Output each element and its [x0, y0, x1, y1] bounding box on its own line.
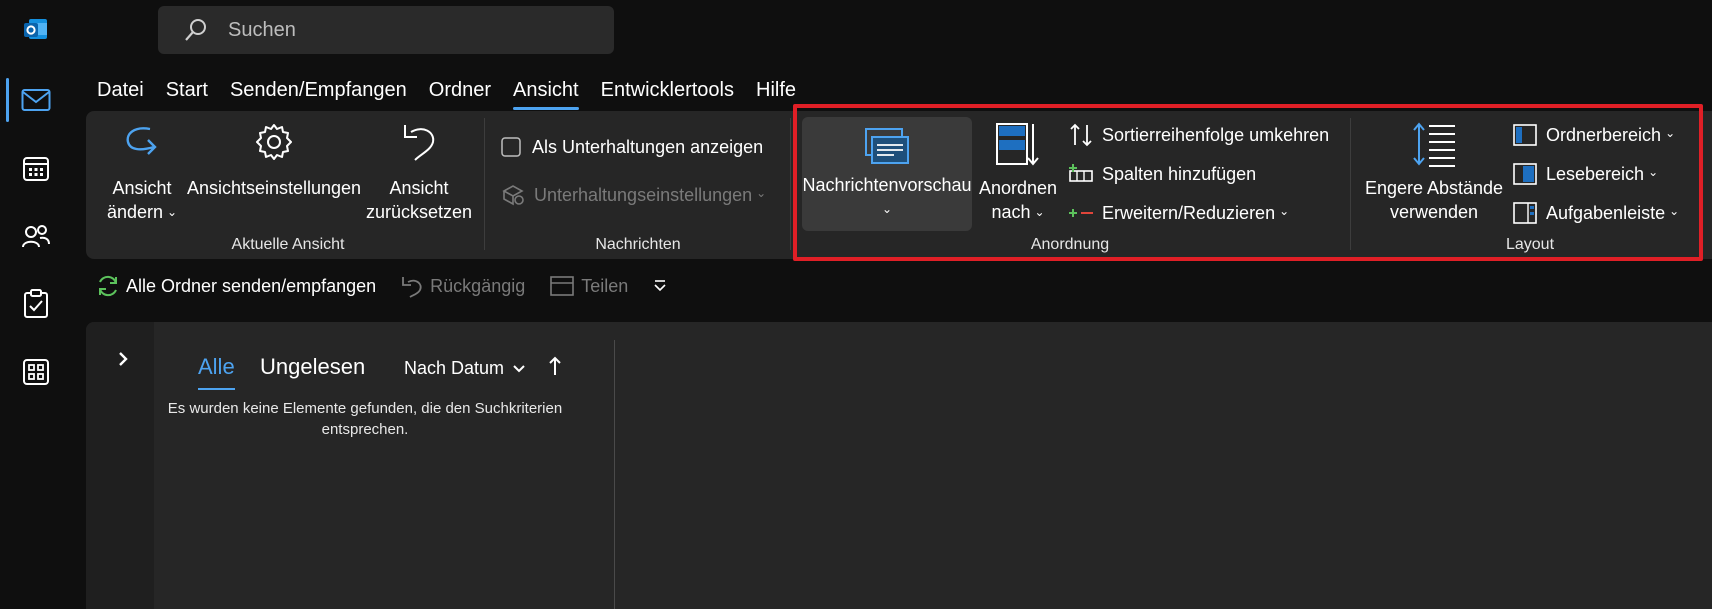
undo-icon — [400, 274, 424, 298]
app-rail — [0, 0, 72, 609]
sort-direction-button[interactable] — [548, 356, 562, 376]
message-list-pane: Alle Ungelesen Nach Datum — [154, 322, 614, 609]
highlight-box — [793, 104, 1703, 261]
reset-view-button[interactable]: Ansicht zurücksetzen — [366, 120, 472, 224]
conversation-settings-icon — [500, 182, 526, 208]
sort-by-button[interactable]: Nach Datum — [404, 358, 526, 379]
filter-tab-unread[interactable]: Ungelesen — [260, 354, 365, 380]
group-label-aktuelle-ansicht: Aktuelle Ansicht — [231, 236, 345, 253]
rail-active-indicator — [6, 78, 9, 122]
share-button[interactable]: Teilen — [549, 275, 628, 297]
chevron-down-icon: ⌄ — [756, 186, 767, 200]
ribbon-separator — [790, 118, 791, 250]
undo-label: Rückgängig — [430, 275, 526, 296]
chevron-right-icon[interactable] — [106, 342, 140, 376]
tab-start[interactable]: Start — [155, 76, 219, 106]
redo-arrow-icon — [120, 120, 164, 164]
reset-view-label-1: Ansicht — [389, 178, 449, 198]
filter-tab-all[interactable]: Alle — [198, 354, 235, 390]
send-receive-all-button[interactable]: Alle Ordner senden/empfangen — [96, 274, 376, 298]
calendar-icon[interactable] — [14, 146, 58, 190]
pane-divider[interactable] — [614, 340, 615, 609]
apps-icon[interactable] — [14, 350, 58, 394]
tab-senden-empfangen[interactable]: Senden/Empfangen — [219, 76, 418, 106]
ribbon-separator — [484, 118, 485, 250]
tab-entwicklertools[interactable]: Entwicklertools — [590, 76, 745, 106]
change-view-button[interactable]: Ansicht ändern ⌄ — [104, 120, 180, 226]
change-view-label-2: ändern — [106, 202, 163, 222]
checkbox-icon — [500, 134, 522, 160]
search-box[interactable] — [158, 6, 614, 54]
chevron-down-icon: ⌄ — [167, 205, 178, 219]
search-input[interactable] — [226, 17, 590, 43]
change-view-label-1: Ansicht — [112, 178, 172, 198]
tab-datei[interactable]: Datei — [86, 76, 155, 106]
share-icon — [549, 275, 575, 297]
mail-icon[interactable] — [14, 78, 58, 122]
send-receive-all-label: Alle Ordner senden/empfangen — [126, 275, 377, 296]
gear-icon — [252, 120, 296, 164]
reset-view-label-2: zurücksetzen — [365, 202, 473, 222]
chevron-down-icon — [512, 364, 526, 374]
view-settings-label: Ansichtseinstellungen — [186, 178, 362, 198]
tasks-icon[interactable] — [14, 282, 58, 326]
arrow-up-icon — [548, 356, 562, 376]
conversation-settings-label: Unterhaltungseinstellungen — [534, 184, 753, 205]
chevron-down-bar-icon — [652, 278, 668, 294]
search-icon — [184, 18, 208, 42]
people-icon[interactable] — [14, 214, 58, 258]
tab-ordner[interactable]: Ordner — [418, 76, 502, 106]
menu-bar: Datei Start Senden/Empfangen Ordner Ansi… — [86, 76, 807, 110]
share-label: Teilen — [581, 275, 629, 296]
show-as-conversations-label: Als Unterhaltungen anzeigen — [532, 136, 764, 157]
outlook-logo-icon — [14, 8, 58, 52]
tab-ansicht[interactable]: Ansicht — [502, 76, 590, 110]
view-settings-button[interactable]: Ansichtseinstellungen — [186, 120, 362, 200]
undo-arrow-icon — [397, 120, 441, 164]
empty-list-message: Es wurden keine Elemente gefunden, die d… — [167, 400, 563, 438]
customize-toolbar-button[interactable] — [652, 278, 668, 294]
tab-hilfe[interactable]: Hilfe — [745, 76, 807, 106]
sync-icon — [96, 274, 120, 298]
show-as-conversations-checkbox[interactable]: Als Unterhaltungen anzeigen — [500, 134, 763, 160]
quick-access-toolbar: Alle Ordner senden/empfangen Rückgängig … — [86, 266, 692, 306]
conversation-settings-button[interactable]: Unterhaltungseinstellungen ⌄ — [500, 182, 766, 208]
undo-button[interactable]: Rückgängig — [400, 274, 525, 298]
group-label-nachrichten: Nachrichten — [595, 236, 681, 253]
sort-by-label: Nach Datum — [404, 358, 505, 378]
